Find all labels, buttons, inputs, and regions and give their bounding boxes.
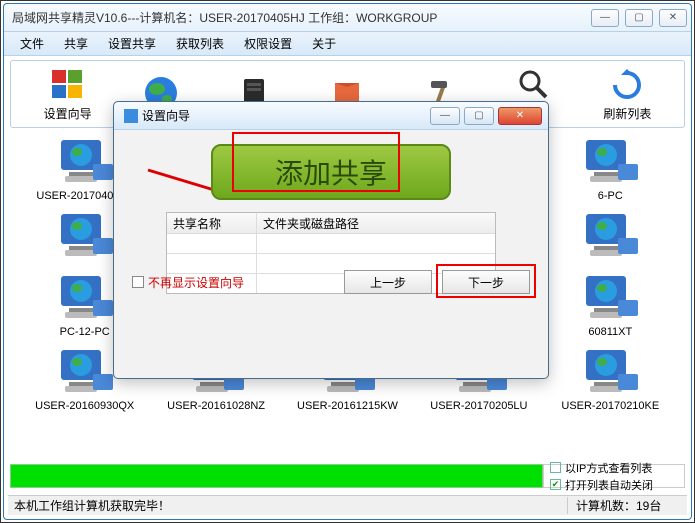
- minimize-button[interactable]: —: [591, 9, 619, 27]
- toolbar-label: 刷新列表: [603, 105, 651, 122]
- main-titlebar: 局域网共享精灵V10.6---计算机名：USER-20170405HJ 工作组：…: [4, 4, 691, 32]
- menubar: 文件 共享 设置共享 获取列表 权限设置 关于: [4, 32, 691, 56]
- add-share-button[interactable]: 添加共享: [211, 144, 451, 200]
- table-row[interactable]: [167, 233, 495, 253]
- computer-item[interactable]: [548, 210, 673, 264]
- ip-view-checkbox[interactable]: 以IP方式查看列表: [550, 460, 678, 476]
- col-share-name: 共享名称: [167, 213, 257, 233]
- dialog-title: 设置向导: [142, 107, 190, 124]
- dialog-titlebar: 设置向导 — ▢ ✕: [114, 102, 548, 130]
- menu-share[interactable]: 共享: [54, 33, 98, 54]
- status-message: 本机工作组计算机获取完毕！: [8, 497, 567, 514]
- toolbar-wizard[interactable]: 设置向导: [28, 67, 108, 122]
- computer-item[interactable]: 60811XT: [548, 272, 673, 338]
- windows-flag-icon: [50, 67, 86, 103]
- progress-bar: [10, 464, 543, 488]
- computer-label: 60811XT: [588, 326, 632, 338]
- computer-label: USER-20161028NZ: [167, 400, 265, 412]
- computer-label: USER-20160930QX: [35, 400, 134, 412]
- computer-label: USER-20170205LU: [430, 400, 527, 412]
- status-bar: 本机工作组计算机获取完毕！ 计算机数：19台: [8, 495, 687, 515]
- menu-getlist[interactable]: 获取列表: [166, 33, 234, 54]
- menu-setshare[interactable]: 设置共享: [98, 33, 166, 54]
- computer-item[interactable]: USER-20170210KE: [548, 346, 673, 412]
- next-button[interactable]: 下一步: [442, 270, 530, 294]
- dont-show-checkbox[interactable]: 不再显示设置向导: [132, 274, 244, 291]
- computer-label: 6-PC: [598, 190, 623, 202]
- close-button[interactable]: ✕: [659, 9, 687, 27]
- toolbar-label: 设置向导: [44, 105, 92, 122]
- computer-label: PC-12-PC: [60, 326, 110, 338]
- options-panel: 以IP方式查看列表 ✔打开列表自动关闭: [543, 464, 685, 488]
- dialog-minimize-button[interactable]: —: [430, 107, 460, 125]
- menu-about[interactable]: 关于: [302, 33, 346, 54]
- main-title: 局域网共享精灵V10.6---计算机名：USER-20170405HJ 工作组：…: [12, 9, 591, 26]
- computer-label: USER-20161215KW: [297, 400, 398, 412]
- status-count: 计算机数：19台: [567, 497, 687, 514]
- dialog-close-button[interactable]: ✕: [498, 107, 542, 125]
- dialog-icon: [124, 109, 138, 123]
- col-path: 文件夹或磁盘路径: [257, 213, 495, 233]
- toolbar-refresh[interactable]: 刷新列表: [587, 67, 667, 122]
- menu-permissions[interactable]: 权限设置: [234, 33, 302, 54]
- wizard-dialog: 设置向导 — ▢ ✕ 添加共享 共享名称 文件夹或磁盘路径 不再显示设置向导: [113, 101, 549, 379]
- menu-file[interactable]: 文件: [10, 33, 54, 54]
- auto-close-checkbox[interactable]: ✔打开列表自动关闭: [550, 477, 678, 493]
- computer-label: USER-20170210KE: [561, 400, 659, 412]
- maximize-button[interactable]: ▢: [625, 9, 653, 27]
- prev-button[interactable]: 上一步: [344, 270, 432, 294]
- computer-item[interactable]: 6-PC: [548, 136, 673, 202]
- refresh-icon: [609, 67, 645, 103]
- search-icon: [516, 67, 552, 103]
- dialog-maximize-button[interactable]: ▢: [464, 107, 494, 125]
